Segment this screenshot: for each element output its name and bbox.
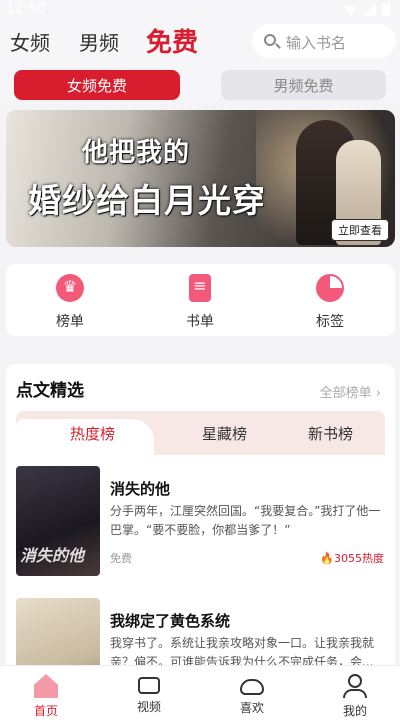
banner-title-line2: 婚纱给白月光穿 <box>28 181 266 220</box>
signal-icon <box>363 3 376 16</box>
book-cover-title: 消失的他 <box>20 546 85 565</box>
search-placeholder: 输入书名 <box>286 34 347 52</box>
quick-link-tags[interactable]: 标签 <box>300 274 360 331</box>
featured-section: 点文精选 全部榜单 › 热度榜 星藏榜 新书榜 消失的他 消失的他 分手两年，江… <box>6 364 395 684</box>
video-icon <box>138 677 160 694</box>
quick-link-label: 榜单 <box>56 314 84 330</box>
rank-tabs: 热度榜 星藏榜 新书榜 <box>16 411 385 455</box>
rank-tab-hot[interactable]: 热度榜 <box>70 423 115 444</box>
crown-icon <box>56 274 84 302</box>
book-title: 我绑定了黄色系统 <box>110 612 231 630</box>
nav-label: 我的 <box>342 704 367 718</box>
section-title: 点文精选 <box>16 381 84 401</box>
quick-link-rankings[interactable]: 榜单 <box>40 274 100 331</box>
battery-icon <box>382 3 390 16</box>
segment-male-free[interactable]: 男频免费 <box>221 70 386 100</box>
rank-tab-star[interactable]: 星藏榜 <box>202 423 247 444</box>
nav-video[interactable]: 视频 <box>119 674 179 715</box>
tab-male[interactable]: 男频 <box>79 27 119 56</box>
cloud-icon <box>240 679 264 695</box>
user-icon <box>343 674 367 698</box>
banner-view-button[interactable]: 立即查看 <box>331 219 389 241</box>
search-input[interactable]: 输入书名 <box>252 24 396 58</box>
tab-female[interactable]: 女频 <box>10 27 50 56</box>
all-rankings-link[interactable]: 全部榜单 › <box>320 382 381 401</box>
segment-female-free[interactable]: 女频免费 <box>14 70 180 100</box>
nav-likes[interactable]: 喜欢 <box>222 674 282 716</box>
status-time: 12:50 <box>6 1 47 17</box>
book-desc: 分手两年，江厘突然回国。“我要复合。”我打了他一巴掌。“要不要脸，你都当爹了！” <box>110 504 381 537</box>
book-tag: 免费 <box>110 552 132 565</box>
tag-icon <box>316 274 344 302</box>
bottom-nav: 首页 视频 喜欢 我的 <box>0 665 400 725</box>
search-icon <box>264 34 276 46</box>
nav-label: 喜欢 <box>239 701 264 715</box>
status-icons <box>344 3 390 16</box>
nav-label: 视频 <box>136 700 161 714</box>
quick-link-booklists[interactable]: 书单 <box>170 274 230 331</box>
nav-home[interactable]: 首页 <box>16 674 76 719</box>
promo-banner[interactable]: 他把我的 婚纱给白月光穿 立即查看 <box>6 110 395 247</box>
book-cover: 消失的他 <box>16 466 100 576</box>
nav-label: 首页 <box>33 704 58 718</box>
status-bar: 12:50 <box>0 0 400 20</box>
wifi-icon <box>344 6 357 16</box>
nav-profile[interactable]: 我的 <box>325 674 385 719</box>
rank-tab-new[interactable]: 新书榜 <box>308 423 353 444</box>
quick-links-panel: 榜单 书单 标签 <box>6 264 395 336</box>
book-title: 消失的他 <box>110 480 171 498</box>
home-icon <box>34 674 58 698</box>
tab-free[interactable]: 免费 <box>146 22 198 59</box>
banner-title-line1: 他把我的 <box>82 138 191 168</box>
quick-link-label: 书单 <box>186 314 214 330</box>
book-heat: 🔥3055热度 <box>320 552 384 565</box>
book-list-icon <box>189 274 211 302</box>
quick-link-label: 标签 <box>316 314 344 330</box>
